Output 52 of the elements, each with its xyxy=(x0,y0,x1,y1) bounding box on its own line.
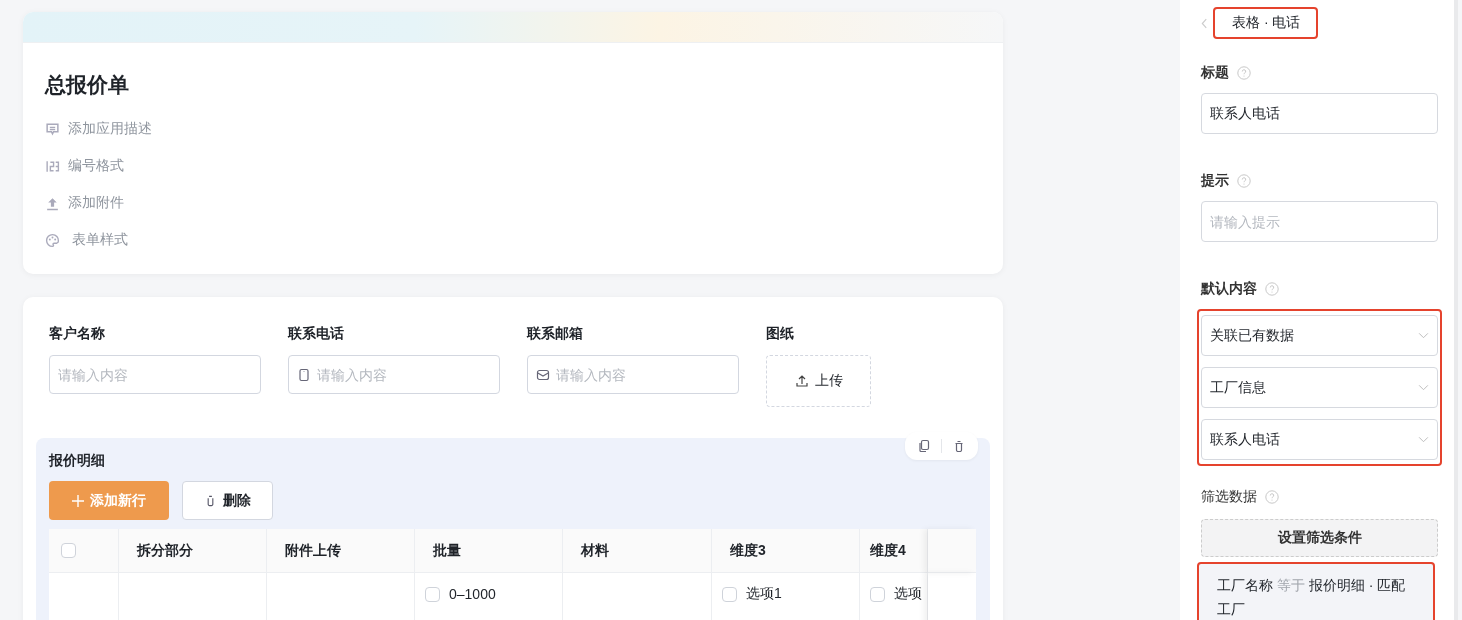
option-label: 选项1 xyxy=(746,585,782,603)
filter-condition: 工厂名称 等于 报价明细 · 匹配工厂 xyxy=(1197,562,1435,620)
input-field[interactable]: 请输入内容 xyxy=(527,355,739,394)
text-input[interactable]: 请输入内容 xyxy=(556,356,730,393)
column-header: 批量 xyxy=(415,529,563,573)
help-icon[interactable] xyxy=(1237,174,1251,188)
numbering-icon xyxy=(45,158,60,174)
field-label: 筛选数据 xyxy=(1201,488,1257,506)
subtable-title: 报价明细 xyxy=(49,452,106,470)
chevron-down-icon xyxy=(1418,332,1429,339)
delete-button[interactable]: 删除 xyxy=(182,481,273,520)
text-input[interactable]: 请输入内容 xyxy=(317,356,491,393)
chevron-down-icon xyxy=(1418,436,1429,443)
input-field[interactable]: 请输入内容 xyxy=(288,355,500,394)
field-label: 标题 xyxy=(1201,64,1229,82)
dropdown[interactable]: 联系人电话 xyxy=(1201,419,1438,460)
upload-button[interactable]: 上传 xyxy=(766,355,871,407)
plus-icon xyxy=(72,494,84,507)
help-icon[interactable] xyxy=(1265,282,1279,296)
column-header: 附件上传 xyxy=(267,529,415,573)
field-label: 提示 xyxy=(1201,172,1229,190)
column-header: 拆分部分 xyxy=(119,529,267,573)
column-header: 维度3 xyxy=(712,529,860,573)
option-label: 0–1000 xyxy=(449,586,496,602)
back-icon[interactable] xyxy=(1201,17,1208,29)
palette-icon xyxy=(45,232,60,248)
mail-icon xyxy=(536,367,550,382)
field-label: 客户名称 xyxy=(49,325,106,343)
help-icon[interactable] xyxy=(1265,490,1279,504)
column-header: 材料 xyxy=(563,529,712,573)
breadcrumb: 表格 · 电话 xyxy=(1213,7,1319,39)
checkbox[interactable] xyxy=(61,543,76,558)
upload-icon xyxy=(45,195,60,211)
field-label: 联系邮箱 xyxy=(527,325,584,343)
dropdown[interactable]: 工厂信息 xyxy=(1201,367,1438,408)
option-label: 选项 xyxy=(894,585,922,603)
checkbox[interactable] xyxy=(425,586,440,602)
comment-icon xyxy=(45,121,60,137)
field-label: 默认内容 xyxy=(1201,280,1257,298)
chevron-down-icon xyxy=(1418,384,1429,391)
upload-icon xyxy=(794,374,809,388)
checkbox[interactable] xyxy=(722,586,737,602)
phone-icon xyxy=(297,367,311,382)
checkbox[interactable] xyxy=(870,586,885,602)
copy-icon[interactable] xyxy=(917,439,931,453)
form-title: 总报价单 xyxy=(45,72,130,98)
column-header: 维度4 xyxy=(860,529,928,573)
dropdown[interactable]: 关联已有数据 xyxy=(1201,315,1438,356)
field-label: 联系电话 xyxy=(288,325,345,343)
filter-button[interactable]: 设置筛选条件 xyxy=(1201,519,1438,557)
field-label: 图纸 xyxy=(766,325,795,343)
help-icon[interactable] xyxy=(1237,66,1251,80)
